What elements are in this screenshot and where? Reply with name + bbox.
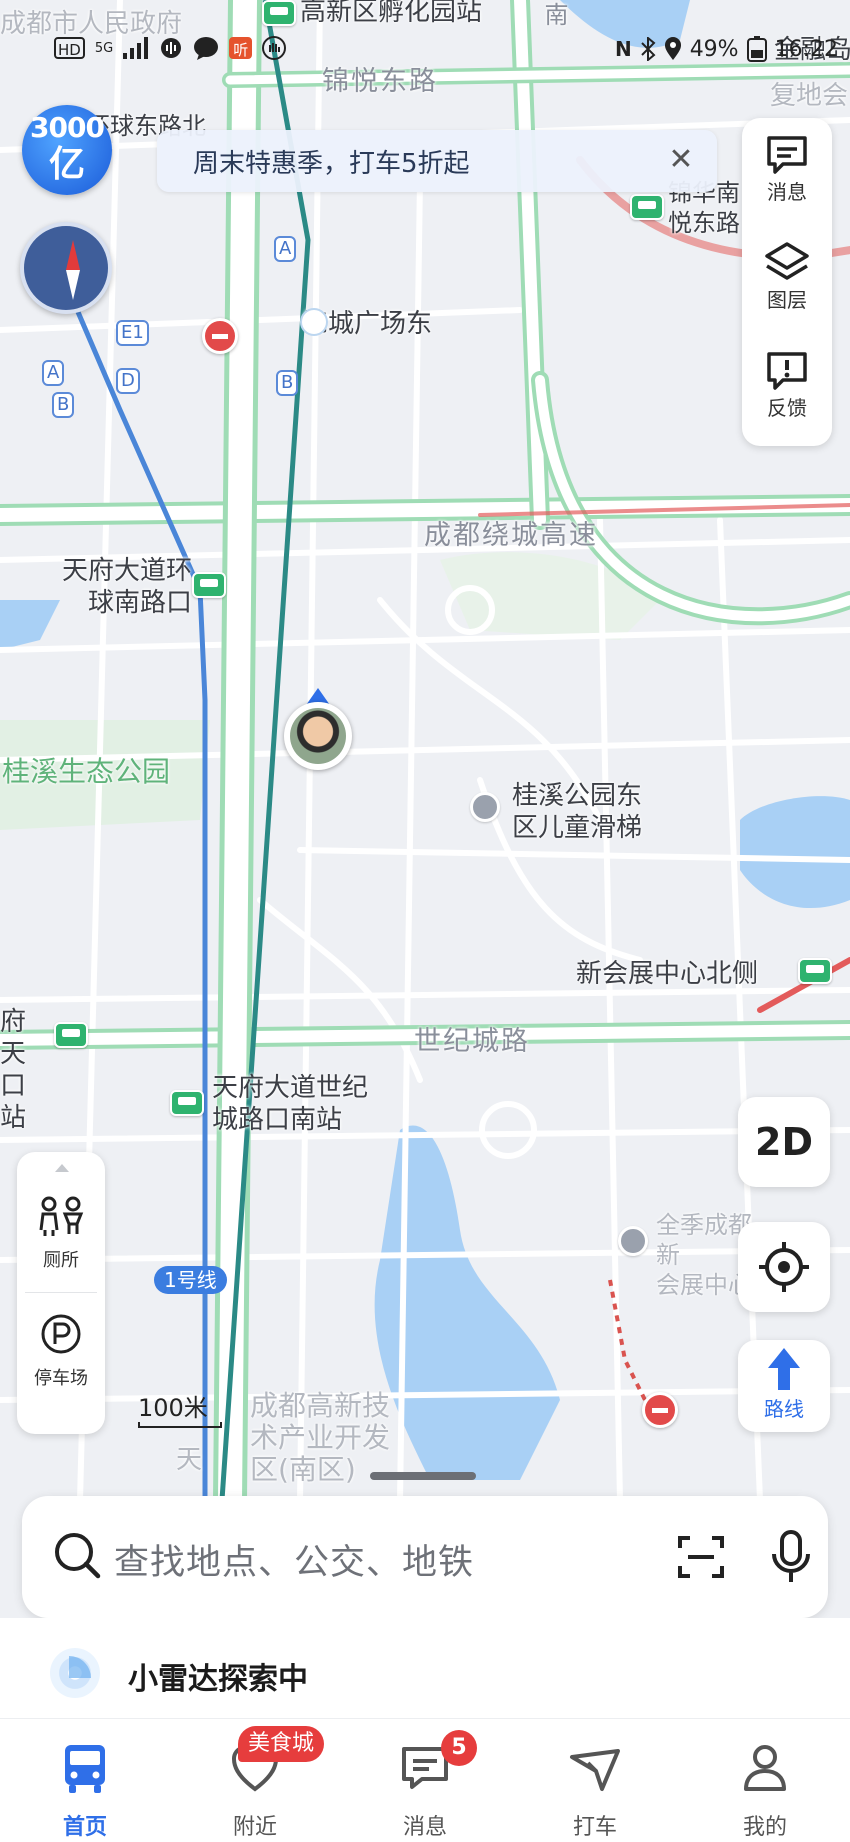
scale-bar bbox=[138, 1422, 222, 1428]
label-ring-highway: 成都绕城高速 bbox=[424, 520, 598, 551]
label-tianfu-ring-station[interactable]: 天府大道环 球南路口 bbox=[32, 555, 192, 619]
network-5g-icon: 5G bbox=[94, 40, 114, 56]
metro-line-badge[interactable]: 1号线 bbox=[154, 1266, 227, 1294]
tab-profile[interactable]: 我的 bbox=[680, 1719, 850, 1842]
nfc-icon: N bbox=[614, 37, 632, 61]
exit-badge[interactable]: B bbox=[276, 370, 299, 396]
hand-icon bbox=[262, 36, 287, 60]
playground-icon[interactable] bbox=[470, 792, 500, 822]
label-children-slide[interactable]: 桂溪公园东 区儿童滑梯 bbox=[512, 780, 672, 844]
close-icon[interactable]: ✕ bbox=[663, 142, 699, 178]
bus-stop-icon[interactable] bbox=[192, 572, 226, 598]
parking-tool[interactable]: 停车场 bbox=[17, 1310, 105, 1392]
campaign-logo[interactable]: 3000 亿 bbox=[22, 105, 112, 195]
label-tian: 天 bbox=[176, 1445, 203, 1475]
route-button[interactable]: 路线 bbox=[738, 1340, 830, 1432]
scan-icon[interactable] bbox=[676, 1532, 726, 1582]
bus-icon bbox=[65, 1745, 105, 1793]
microphone-icon[interactable] bbox=[768, 1530, 814, 1584]
search-input[interactable]: 查找地点、公交、地铁 bbox=[114, 1534, 474, 1585]
locate-button[interactable] bbox=[738, 1222, 830, 1312]
collapse-caret-icon[interactable] bbox=[55, 1164, 69, 1172]
divider bbox=[25, 1292, 97, 1293]
label-jinyue-road: 锦悦东路 bbox=[322, 66, 438, 97]
hotel-icon[interactable] bbox=[618, 1226, 648, 1256]
exit-badge[interactable]: D bbox=[116, 368, 140, 394]
bus-stop-icon[interactable] bbox=[262, 0, 296, 26]
bus-stop-icon[interactable] bbox=[798, 958, 832, 984]
search-icon bbox=[55, 1533, 101, 1579]
bus-stop-icon[interactable] bbox=[170, 1090, 204, 1116]
exit-badge[interactable]: E1 bbox=[116, 320, 149, 346]
battery-percent: 49% bbox=[689, 36, 739, 62]
label-guixi-park[interactable]: 桂溪生态公园 bbox=[2, 756, 170, 788]
status-bar: HD 5G 听 N 49% 16:22 bbox=[0, 30, 850, 70]
audio-icon bbox=[161, 38, 182, 58]
battery-icon bbox=[746, 36, 767, 62]
feedback-icon bbox=[767, 352, 807, 390]
layers-tool[interactable]: 图层 bbox=[742, 228, 832, 328]
exit-badge[interactable]: A bbox=[274, 236, 297, 262]
taxi-icon bbox=[570, 1749, 620, 1791]
no-entry-icon bbox=[642, 1392, 678, 1428]
route-arrow-icon bbox=[768, 1348, 800, 1390]
avatar bbox=[290, 708, 346, 764]
feedback-tool[interactable]: 反馈 bbox=[742, 336, 832, 436]
location-icon bbox=[664, 37, 681, 60]
label-left-station[interactable]: 府天 口站 bbox=[0, 1006, 48, 1134]
tab-messages[interactable]: 消息 bbox=[340, 1719, 510, 1842]
label-incubator-station[interactable]: 高新区孵化园站 bbox=[300, 0, 482, 28]
facility-panel: 厕所 停车场 bbox=[17, 1152, 105, 1434]
crosshair-icon bbox=[759, 1242, 809, 1292]
toilet-tool[interactable]: 厕所 bbox=[17, 1192, 105, 1274]
hd-icon: HD bbox=[54, 37, 85, 59]
map-view[interactable]: 成都市人民政府 高新区孵化园站 锦悦东路 环球东路北 南 锦城广场东 锦华南 悦… bbox=[0, 0, 850, 1500]
message-icon bbox=[767, 136, 807, 174]
promo-banner[interactable]: 周末特惠季，打车5折起 ✕ bbox=[157, 130, 717, 192]
map-scale: 100米 bbox=[138, 1388, 222, 1428]
drag-handle[interactable] bbox=[370, 1472, 476, 1480]
signal-icon bbox=[123, 37, 149, 59]
no-entry-icon bbox=[202, 318, 238, 354]
bus-stop-icon[interactable] bbox=[630, 194, 664, 220]
bottom-navigation: 首页 附近 消息 打车 我的 bbox=[0, 1718, 850, 1842]
status-right-icons: N 49% 16:22 bbox=[615, 36, 850, 62]
tab-taxi[interactable]: 打车 bbox=[510, 1719, 680, 1842]
radar-icon bbox=[50, 1648, 100, 1698]
compass-icon[interactable] bbox=[20, 222, 112, 314]
label-fudi: 复地会 bbox=[770, 81, 849, 111]
parking-icon bbox=[41, 1314, 81, 1354]
toilet-icon bbox=[39, 1196, 84, 1236]
messages-tool[interactable]: 消息 bbox=[742, 120, 832, 220]
label-tianfu-century-station[interactable]: 天府大道世纪 城路口南站 bbox=[212, 1072, 412, 1136]
label-expo-north[interactable]: 新会展中心北侧 bbox=[576, 958, 758, 990]
metro-station-icon[interactable] bbox=[300, 308, 328, 336]
exit-badge[interactable]: B bbox=[52, 392, 75, 418]
chat-icon bbox=[194, 37, 219, 60]
label-century-road: 世纪城路 bbox=[414, 1026, 530, 1057]
bluetooth-icon bbox=[640, 37, 656, 61]
user-location-marker[interactable] bbox=[284, 688, 352, 774]
clock: 16:22 bbox=[774, 36, 838, 62]
tab-home[interactable]: 首页 bbox=[0, 1719, 170, 1842]
exit-badge[interactable]: A bbox=[42, 360, 65, 386]
label-south: 南 bbox=[540, 2, 568, 28]
search-bar[interactable]: 查找地点、公交、地铁 bbox=[22, 1496, 828, 1618]
listen-app-icon: 听 bbox=[229, 37, 253, 59]
food-city-badge[interactable]: 美食城 bbox=[238, 1726, 325, 1762]
layers-icon bbox=[765, 242, 809, 280]
radar-section[interactable]: 小雷达探索中 bbox=[0, 1618, 850, 1718]
view-mode-button[interactable]: 2D bbox=[738, 1097, 830, 1187]
message-count-badge: 5 bbox=[441, 1730, 477, 1766]
map-tools-panel: 消息 图层 反馈 bbox=[742, 118, 832, 446]
status-left-icons: HD 5G 听 bbox=[54, 36, 287, 60]
profile-icon bbox=[744, 1745, 786, 1791]
bus-stop-icon[interactable] bbox=[54, 1022, 88, 1048]
promo-text: 周末特惠季，打车5折起 bbox=[193, 148, 470, 179]
